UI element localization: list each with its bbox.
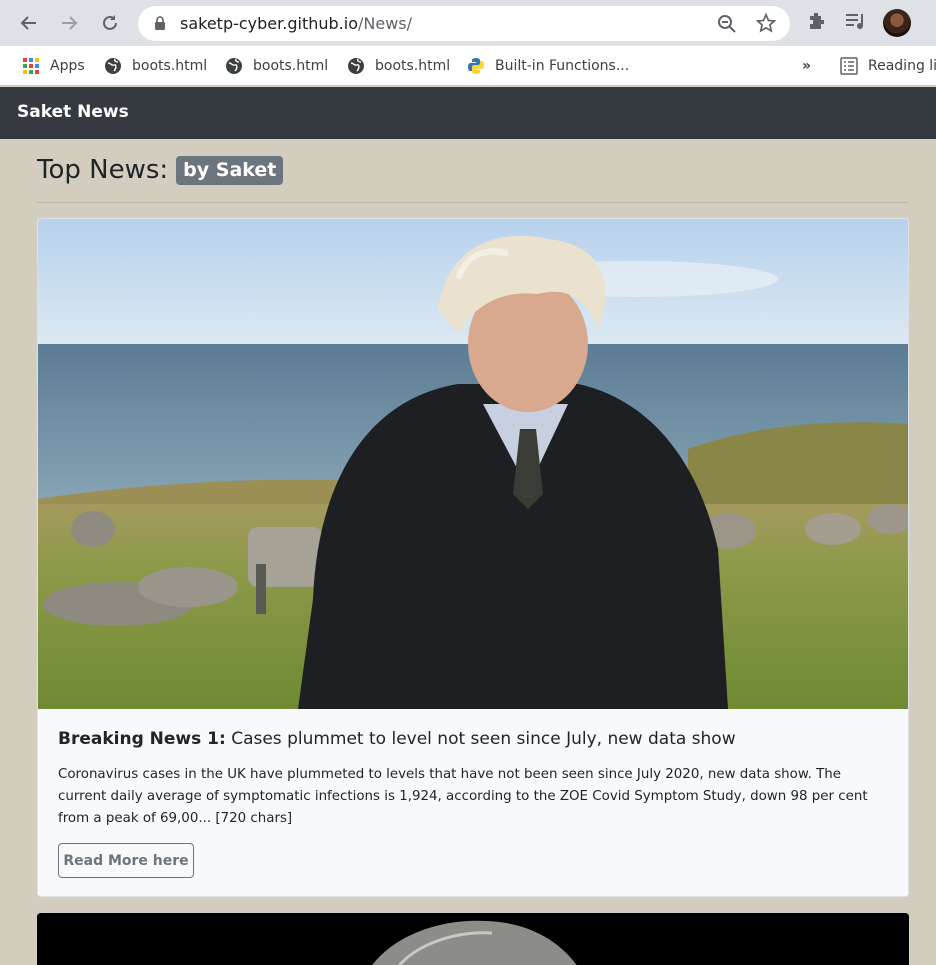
page-title: Top News: [37,155,169,185]
lock-icon [155,16,165,30]
bookmark-star-icon[interactable] [756,13,776,33]
bookmarks-bar: Apps boots.html boots.html boots.html Bu… [0,46,936,86]
globe-icon [347,57,365,75]
read-more-button[interactable]: Read More here [58,843,194,878]
back-button[interactable] [14,8,44,38]
zoom-icon[interactable] [717,14,737,34]
browser-toolbar: saketp-cyber.github.io/News/ [0,0,936,46]
media-queue-icon[interactable] [845,11,867,31]
bookmark-boots-1[interactable]: boots.html [104,55,207,77]
news-title-text: Cases plummet to level not seen since Ju… [231,729,736,749]
python-icon [467,57,485,75]
news-title-prefix: Breaking News 1: [58,729,226,749]
news-card: Breaking News 1: Cases plummet to level … [37,218,909,897]
news-title: Breaking News 1: Cases plummet to level … [58,729,736,749]
bookmark-label: boots.html [253,58,329,74]
reading-list-button[interactable]: Reading li [840,55,936,77]
bookmark-label: Apps [50,58,85,74]
reload-button[interactable] [95,8,125,38]
news-card-2 [37,913,909,965]
reload-icon [103,15,117,30]
bookmark-boots-3[interactable]: boots.html [347,55,450,77]
bookmark-boots-2[interactable]: boots.html [225,55,328,77]
bookmarks-overflow-button[interactable]: » [802,55,811,77]
address-bar[interactable]: saketp-cyber.github.io/News/ [138,6,790,41]
extensions-puzzle-icon[interactable] [807,11,827,31]
site-brand[interactable]: Saket News [17,102,129,122]
globe-icon [225,57,243,75]
reading-list-icon [840,57,858,75]
news-image-2 [37,913,909,965]
news-image [38,219,908,709]
forward-arrow-icon [62,16,78,30]
bookmark-builtin-functions[interactable]: Built-in Functions... [467,55,629,77]
url-text[interactable]: saketp-cyber.github.io/News/ [180,14,412,33]
bookmark-apps[interactable]: Apps [22,55,85,77]
globe-icon [104,57,122,75]
bookmark-label: boots.html [132,58,208,74]
url-path: /News/ [357,14,412,33]
page-heading: Top News: by Saket [37,155,284,185]
news-summary: Coronavirus cases in the UK have plummet… [58,767,868,826]
site-navbar: Saket News [0,87,936,139]
reading-list-label: Reading li [868,58,936,74]
bookmark-label: Built-in Functions... [495,58,630,74]
author-badge: by Saket [176,155,284,185]
apps-grid-icon [22,57,40,75]
url-host: saketp-cyber.github.io [180,14,358,33]
bookmark-label: boots.html [375,58,451,74]
back-arrow-icon [20,16,36,30]
forward-button[interactable] [54,8,84,38]
profile-avatar[interactable] [883,9,911,37]
divider [37,202,908,203]
